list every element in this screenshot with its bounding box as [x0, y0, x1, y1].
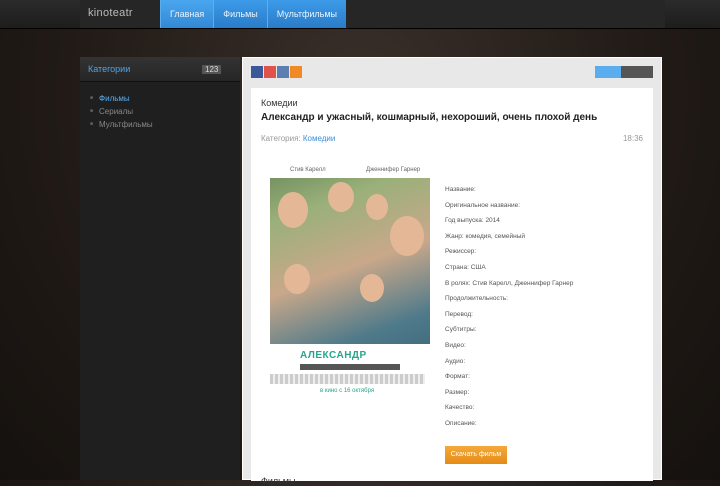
- sidebar-badge: 123: [202, 65, 222, 74]
- sidebar-header: Категории 123: [80, 57, 240, 82]
- poster-credit-right: Дженнифер Гарнер: [366, 167, 421, 173]
- sidebar-item-cartoons[interactable]: Мультфильмы: [90, 118, 240, 131]
- info-line: В ролях: Стив Карелл, Дженнифер Гарнер: [445, 279, 574, 287]
- poster-title: АЛЕКСАНДР: [300, 350, 367, 361]
- main-content: Комедии Александр и ужасный, кошмарный, …: [242, 57, 662, 486]
- info-line: Режиссер:: [445, 248, 477, 256]
- info-line: Оригинальное название:: [445, 201, 521, 209]
- info-line: Перевод:: [445, 310, 473, 318]
- info-line: Субтитры:: [445, 326, 477, 334]
- nav-item-home[interactable]: Главная: [160, 0, 214, 28]
- poster-face: [390, 216, 424, 256]
- download-button[interactable]: Скачать фильм: [445, 446, 507, 464]
- poster-caption: в кино с 16 октября: [320, 388, 375, 394]
- nav-item-films[interactable]: Фильмы: [213, 0, 267, 28]
- post-category[interactable]: Комедии: [261, 98, 298, 108]
- poster-face: [366, 194, 388, 220]
- poster-subtitle-bar: [300, 364, 400, 370]
- poster-credit-left: Стив Карелл: [290, 167, 326, 173]
- post-meta-link[interactable]: Комедии: [303, 134, 336, 143]
- info-line: Продолжительность:: [445, 295, 508, 303]
- share-odnoklassniki-icon[interactable]: [290, 66, 302, 78]
- post-date: 18:36: [622, 134, 643, 143]
- toolbar-print-icon[interactable]: [595, 66, 621, 78]
- sidebar-title: Категории: [88, 64, 131, 74]
- next-post-category[interactable]: Фильмы: [261, 476, 295, 486]
- poster-face: [328, 182, 354, 212]
- sidebar: Категории 123 Фильмы Сериалы Мультфильмы: [80, 57, 240, 480]
- info-line: Страна: США: [445, 263, 486, 271]
- info-line: Описание:: [445, 419, 477, 427]
- site-logo[interactable]: kinoteatr: [88, 7, 133, 19]
- post-meta: Категория: Комедии: [261, 134, 335, 143]
- info-line: Видео:: [445, 341, 466, 349]
- poster-fine-print: [270, 374, 425, 384]
- nav-item-cartoons[interactable]: Мультфильмы: [266, 0, 347, 28]
- info-line: Качество:: [445, 404, 475, 412]
- movie-poster: Стив Карелл Дженнифер Гарнер АЛЕКСАНДР в…: [270, 164, 430, 400]
- sidebar-item-series[interactable]: Сериалы: [90, 105, 240, 118]
- sidebar-list: Фильмы Сериалы Мультфильмы: [80, 92, 240, 131]
- poster-face: [278, 192, 308, 228]
- share-vk-icon[interactable]: [277, 66, 289, 78]
- main-nav: Главная Фильмы Мультфильмы: [160, 0, 347, 28]
- movie-info-list: Название: Оригинальное название: Год вып…: [445, 182, 645, 432]
- share-facebook-icon[interactable]: [251, 66, 263, 78]
- poster-credits: Стив Карелл Дженнифер Гарнер: [270, 164, 430, 178]
- info-line: Год выпуска: 2014: [445, 217, 500, 225]
- poster-face: [360, 274, 384, 302]
- info-line: Жанр: комедия, семейный: [445, 232, 526, 240]
- toolbar-search-icon[interactable]: [621, 66, 653, 78]
- share-google-icon[interactable]: [264, 66, 276, 78]
- poster-face: [284, 264, 310, 294]
- info-line: Аудио:: [445, 357, 466, 365]
- poster-title-block: АЛЕКСАНДР в кино с 16 октября: [270, 344, 430, 400]
- toolbar: [595, 66, 653, 78]
- post-title[interactable]: Александр и ужасный, кошмарный, нехороши…: [261, 112, 641, 123]
- info-line: Формат:: [445, 373, 470, 381]
- info-line: Размер:: [445, 388, 470, 396]
- post-meta-label: Категория:: [261, 134, 301, 143]
- share-buttons: [251, 66, 303, 78]
- info-line: Название:: [445, 186, 476, 193]
- sidebar-item-films[interactable]: Фильмы: [90, 92, 240, 105]
- post-panel: Комедии Александр и ужасный, кошмарный, …: [251, 88, 653, 486]
